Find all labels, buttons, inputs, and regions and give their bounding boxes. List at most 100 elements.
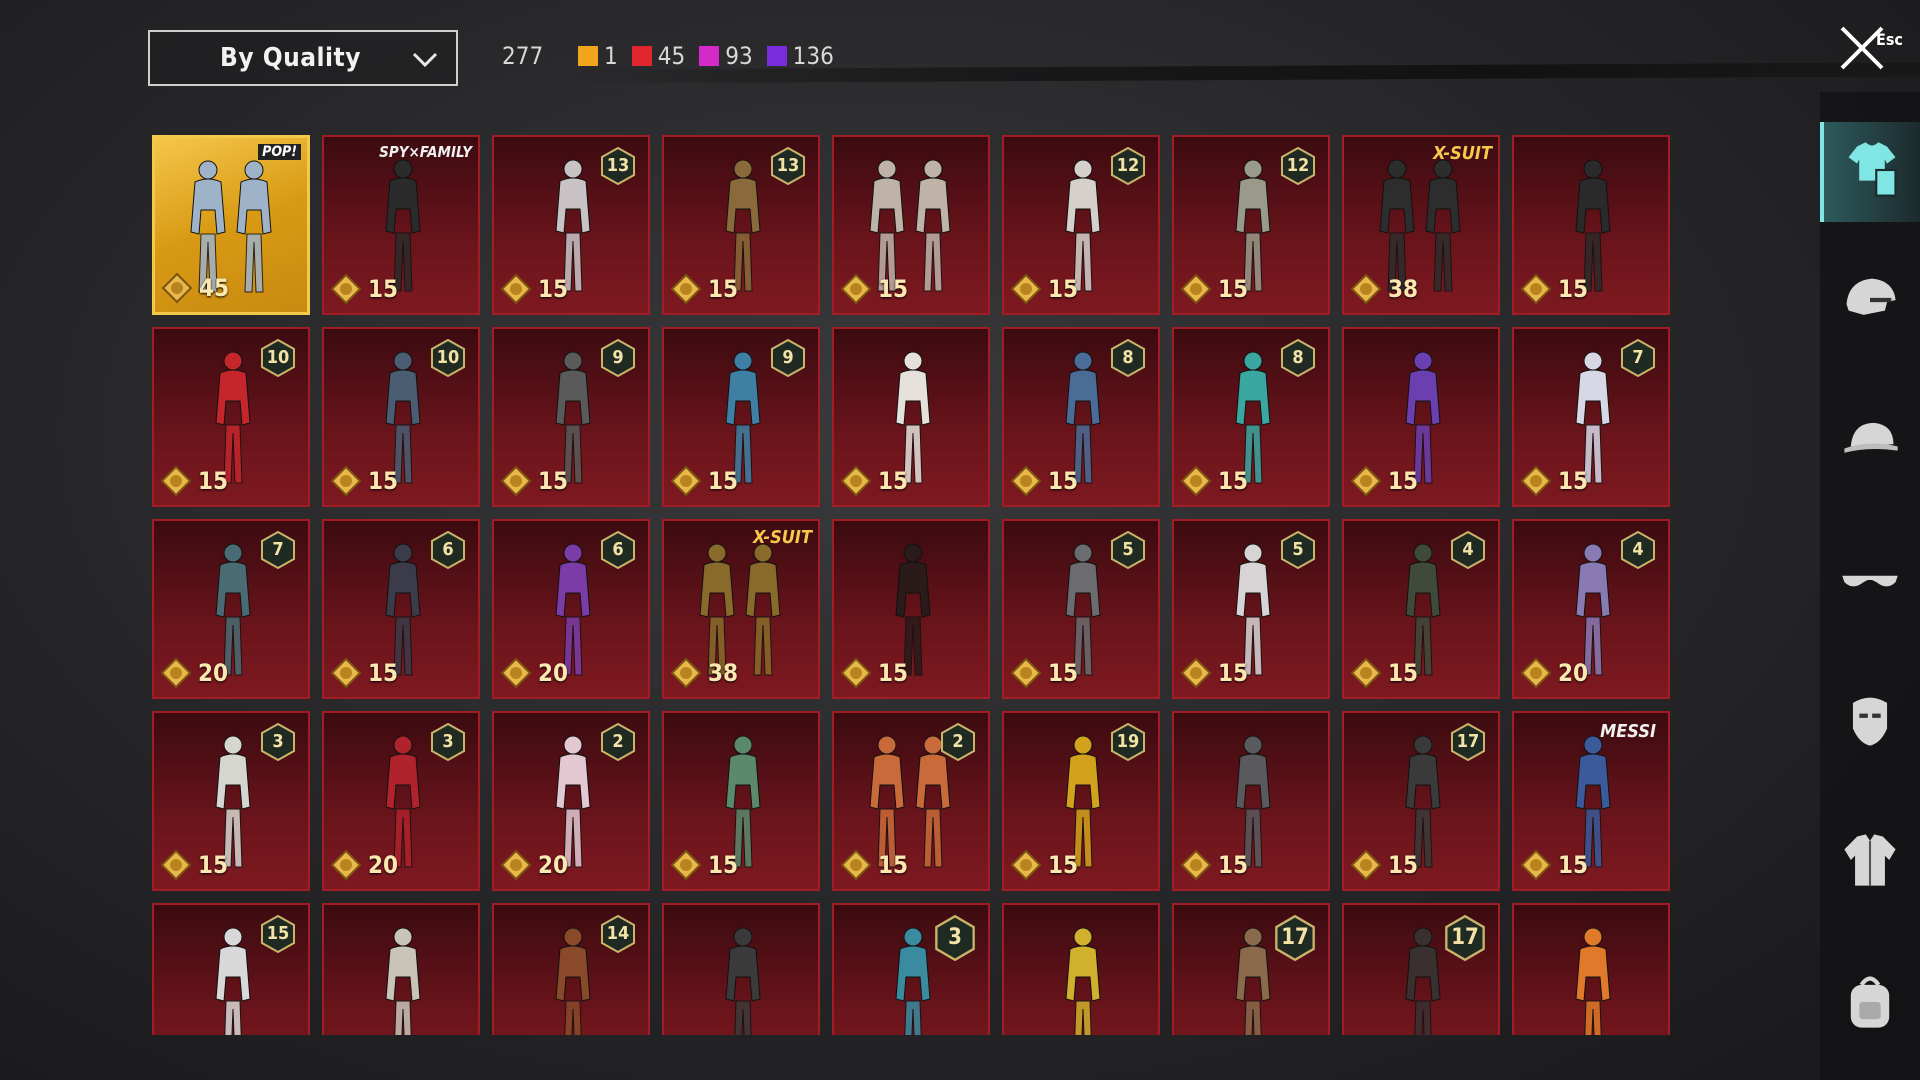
item-price: 15 — [670, 273, 738, 305]
item-price: 20 — [330, 849, 398, 881]
outfit-card[interactable]: 2 20 — [492, 711, 650, 891]
outfit-card[interactable]: 14 — [492, 903, 650, 1035]
outfit-card[interactable]: 4 20 — [1512, 519, 1670, 699]
level-badge: 3 — [260, 722, 296, 762]
outfit-card[interactable]: 15 — [1512, 135, 1670, 315]
coin-icon — [1350, 273, 1382, 305]
outfit-card[interactable]: SPY×FAMILY 15 — [322, 135, 480, 315]
coin-icon — [500, 657, 532, 689]
outfit-card[interactable]: 13 15 — [662, 135, 820, 315]
category-tab[interactable] — [1820, 812, 1920, 912]
outfit-card[interactable] — [1512, 903, 1670, 1035]
item-price: 15 — [1010, 657, 1078, 689]
item-price-value: 15 — [368, 467, 399, 495]
outfit-card[interactable]: 10 15 — [152, 327, 310, 507]
level-badge: 7 — [1620, 338, 1656, 378]
category-tab[interactable] — [1820, 532, 1920, 632]
outfit-card[interactable]: 9 15 — [492, 327, 650, 507]
category-tab[interactable] — [1820, 954, 1920, 1054]
level-badge-number: 17 — [1456, 731, 1480, 752]
outfit-card[interactable]: 15 — [832, 135, 990, 315]
outfit-card[interactable]: 6 15 — [322, 519, 480, 699]
level-badge-number: 7 — [272, 539, 284, 560]
outfit-card[interactable]: 4 15 — [1342, 519, 1500, 699]
outfit-card[interactable]: 15 — [1172, 711, 1330, 891]
outfit-card[interactable]: 8 15 — [1002, 327, 1160, 507]
coin-icon — [670, 657, 702, 689]
outfit-card[interactable]: 2 15 — [832, 711, 990, 891]
item-price: 15 — [840, 657, 908, 689]
helmet-icon — [1838, 268, 1902, 336]
outfit-card[interactable]: 17 — [1172, 903, 1330, 1035]
level-badge: 5 — [1280, 530, 1316, 570]
level-badge: 17 — [1274, 914, 1316, 962]
outfit-card[interactable]: 6 20 — [492, 519, 650, 699]
category-tab[interactable] — [1820, 672, 1920, 772]
outfit-card[interactable]: 15 — [152, 903, 310, 1035]
item-price-value: 15 — [878, 659, 909, 687]
category-tab[interactable] — [1820, 392, 1920, 492]
outfit-card[interactable]: 13 15 — [492, 135, 650, 315]
outfit-card[interactable]: 7 20 — [152, 519, 310, 699]
item-price: 20 — [500, 849, 568, 881]
level-badge: 6 — [430, 530, 466, 570]
category-sidebar — [1820, 92, 1920, 1080]
outfit-card[interactable]: 3 — [832, 903, 990, 1035]
coin-icon — [330, 849, 362, 881]
outfit-card[interactable]: 17 15 — [1342, 711, 1500, 891]
item-price-value: 15 — [1388, 851, 1419, 879]
level-badge-number: 3 — [442, 731, 454, 752]
outfit-card[interactable]: X-SUIT 38 — [1342, 135, 1500, 315]
outfit-card[interactable]: 17 — [1342, 903, 1500, 1035]
item-price: 15 — [330, 465, 398, 497]
item-price-value: 15 — [368, 659, 399, 687]
outfit-card[interactable]: 15 — [1342, 327, 1500, 507]
outfit-card[interactable]: 15 — [662, 711, 820, 891]
item-price-value: 20 — [1558, 659, 1589, 687]
item-price-value: 15 — [708, 851, 739, 879]
category-tab[interactable] — [1820, 122, 1920, 222]
outfit-card[interactable] — [322, 903, 480, 1035]
collab-tag: POP! — [258, 144, 301, 160]
level-badge: 15 — [260, 914, 296, 954]
outfit-card[interactable] — [662, 903, 820, 1035]
item-price: 38 — [1350, 273, 1418, 305]
coin-icon — [1010, 849, 1042, 881]
outfit-card[interactable]: POP! 45 — [152, 135, 310, 315]
item-price-value: 15 — [1218, 467, 1249, 495]
outfit-card[interactable]: 5 15 — [1002, 519, 1160, 699]
category-tab[interactable] — [1820, 252, 1920, 352]
outfit-card[interactable]: 3 20 — [322, 711, 480, 891]
item-price-value: 15 — [368, 275, 399, 303]
outfit-card[interactable]: MESSI 15 — [1512, 711, 1670, 891]
outfit-card[interactable]: 15 — [832, 327, 990, 507]
item-price: 15 — [1180, 273, 1248, 305]
item-price-value: 15 — [878, 851, 909, 879]
outfit-card[interactable]: 10 15 — [322, 327, 480, 507]
level-badge-number: 5 — [1122, 539, 1134, 560]
outfit-card[interactable]: 12 15 — [1002, 135, 1160, 315]
coin-icon — [670, 273, 702, 305]
level-badge-number: 14 — [606, 923, 630, 944]
outfit-card[interactable]: 15 — [832, 519, 990, 699]
level-badge: 13 — [600, 146, 636, 186]
outfit-card[interactable]: X-SUIT 38 — [662, 519, 820, 699]
outfit-card[interactable]: 9 15 — [662, 327, 820, 507]
outfit-card[interactable] — [1002, 903, 1160, 1035]
item-price-value: 20 — [198, 659, 229, 687]
coin-icon — [1520, 657, 1552, 689]
outfit-card[interactable]: 19 15 — [1002, 711, 1160, 891]
outfit-card[interactable]: 7 15 — [1512, 327, 1670, 507]
level-badge: 19 — [1110, 722, 1146, 762]
outfit-card[interactable]: 5 15 — [1172, 519, 1330, 699]
level-badge-number: 5 — [1292, 539, 1304, 560]
level-badge-number: 7 — [1632, 347, 1644, 368]
outfit-card[interactable]: 8 15 — [1172, 327, 1330, 507]
item-price-value: 15 — [1218, 275, 1249, 303]
outfit-card[interactable]: 3 15 — [152, 711, 310, 891]
backpack-icon — [1838, 970, 1902, 1038]
item-price-value: 20 — [368, 851, 399, 879]
level-badge-number: 9 — [612, 347, 624, 368]
coin-icon — [1520, 273, 1552, 305]
outfit-card[interactable]: 12 15 — [1172, 135, 1330, 315]
